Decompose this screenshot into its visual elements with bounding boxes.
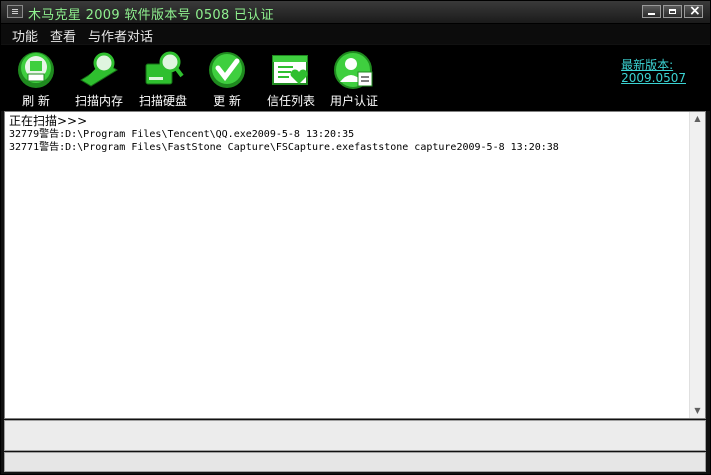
scan-memory-button[interactable]: 扫描内存 bbox=[64, 48, 134, 108]
refresh-button[interactable]: 刷 新 bbox=[1, 48, 71, 108]
refresh-icon bbox=[18, 52, 54, 88]
minimize-button[interactable] bbox=[642, 5, 661, 18]
scan-disk-label: 扫描硬盘 bbox=[138, 94, 187, 108]
user-auth-label: 用户认证 bbox=[329, 94, 378, 108]
log-line: 32779警告:D:\Program Files\Tencent\QQ.exe2… bbox=[9, 129, 355, 140]
latest-version-link[interactable]: 最新版本: 2009.0507 bbox=[621, 59, 686, 85]
log-line: 32771警告:D:\Program Files\FastStone Captu… bbox=[9, 142, 559, 153]
title-bar: 木马克星 2009 软件版本号 0508 已认证 bbox=[1, 1, 710, 24]
update-label: 更 新 bbox=[213, 94, 241, 108]
menu-talk-to-author[interactable]: 与作者对话 bbox=[88, 26, 153, 45]
scroll-up-icon[interactable]: ▲ bbox=[692, 114, 703, 124]
scan-status: 正在扫描>>> bbox=[9, 114, 88, 128]
maximize-button[interactable] bbox=[663, 5, 682, 18]
scan-memory-icon bbox=[80, 52, 118, 87]
update-button[interactable]: 更 新 bbox=[192, 48, 262, 108]
window-title: 木马克星 2009 软件版本号 0508 已认证 bbox=[28, 8, 274, 23]
scan-log: 正在扫描>>> 32779警告:D:\Program Files\Tencent… bbox=[9, 114, 559, 154]
menu-function[interactable]: 功能 bbox=[12, 26, 38, 45]
update-icon bbox=[209, 52, 245, 88]
user-auth-button[interactable]: 用户认证 bbox=[319, 48, 389, 108]
system-menu-icon[interactable] bbox=[7, 5, 23, 18]
scan-memory-label: 扫描内存 bbox=[74, 94, 123, 108]
menu-view[interactable]: 查看 bbox=[50, 26, 76, 45]
scan-disk-button[interactable]: 扫描硬盘 bbox=[128, 48, 198, 108]
vertical-scrollbar[interactable]: ▲ ▼ bbox=[689, 112, 705, 418]
status-panel bbox=[4, 420, 706, 451]
trust-list-icon bbox=[272, 55, 308, 85]
status-bar bbox=[4, 452, 706, 472]
window-controls bbox=[642, 3, 703, 19]
scan-disk-icon bbox=[145, 51, 184, 85]
latest-version-value: 2009.0507 bbox=[621, 71, 686, 85]
close-button[interactable] bbox=[684, 3, 703, 19]
scan-log-panel[interactable]: 正在扫描>>> 32779警告:D:\Program Files\Tencent… bbox=[4, 111, 706, 419]
trust-list-label: 信任列表 bbox=[266, 94, 315, 108]
app-window: 木马克星 2009 软件版本号 0508 已认证 功能 查看 与作者对话 刷 新 bbox=[0, 0, 711, 475]
user-auth-icon bbox=[334, 51, 373, 89]
menu-bar: 功能 查看 与作者对话 bbox=[1, 24, 710, 45]
trust-list-button[interactable]: 信任列表 bbox=[256, 48, 326, 108]
toolbar: 刷 新 扫描内存 扫描硬盘 更 新 信任列表 用户认证 最新版本: 2009.0… bbox=[1, 45, 710, 111]
scroll-down-icon[interactable]: ▼ bbox=[692, 406, 703, 416]
refresh-label: 刷 新 bbox=[22, 94, 50, 108]
